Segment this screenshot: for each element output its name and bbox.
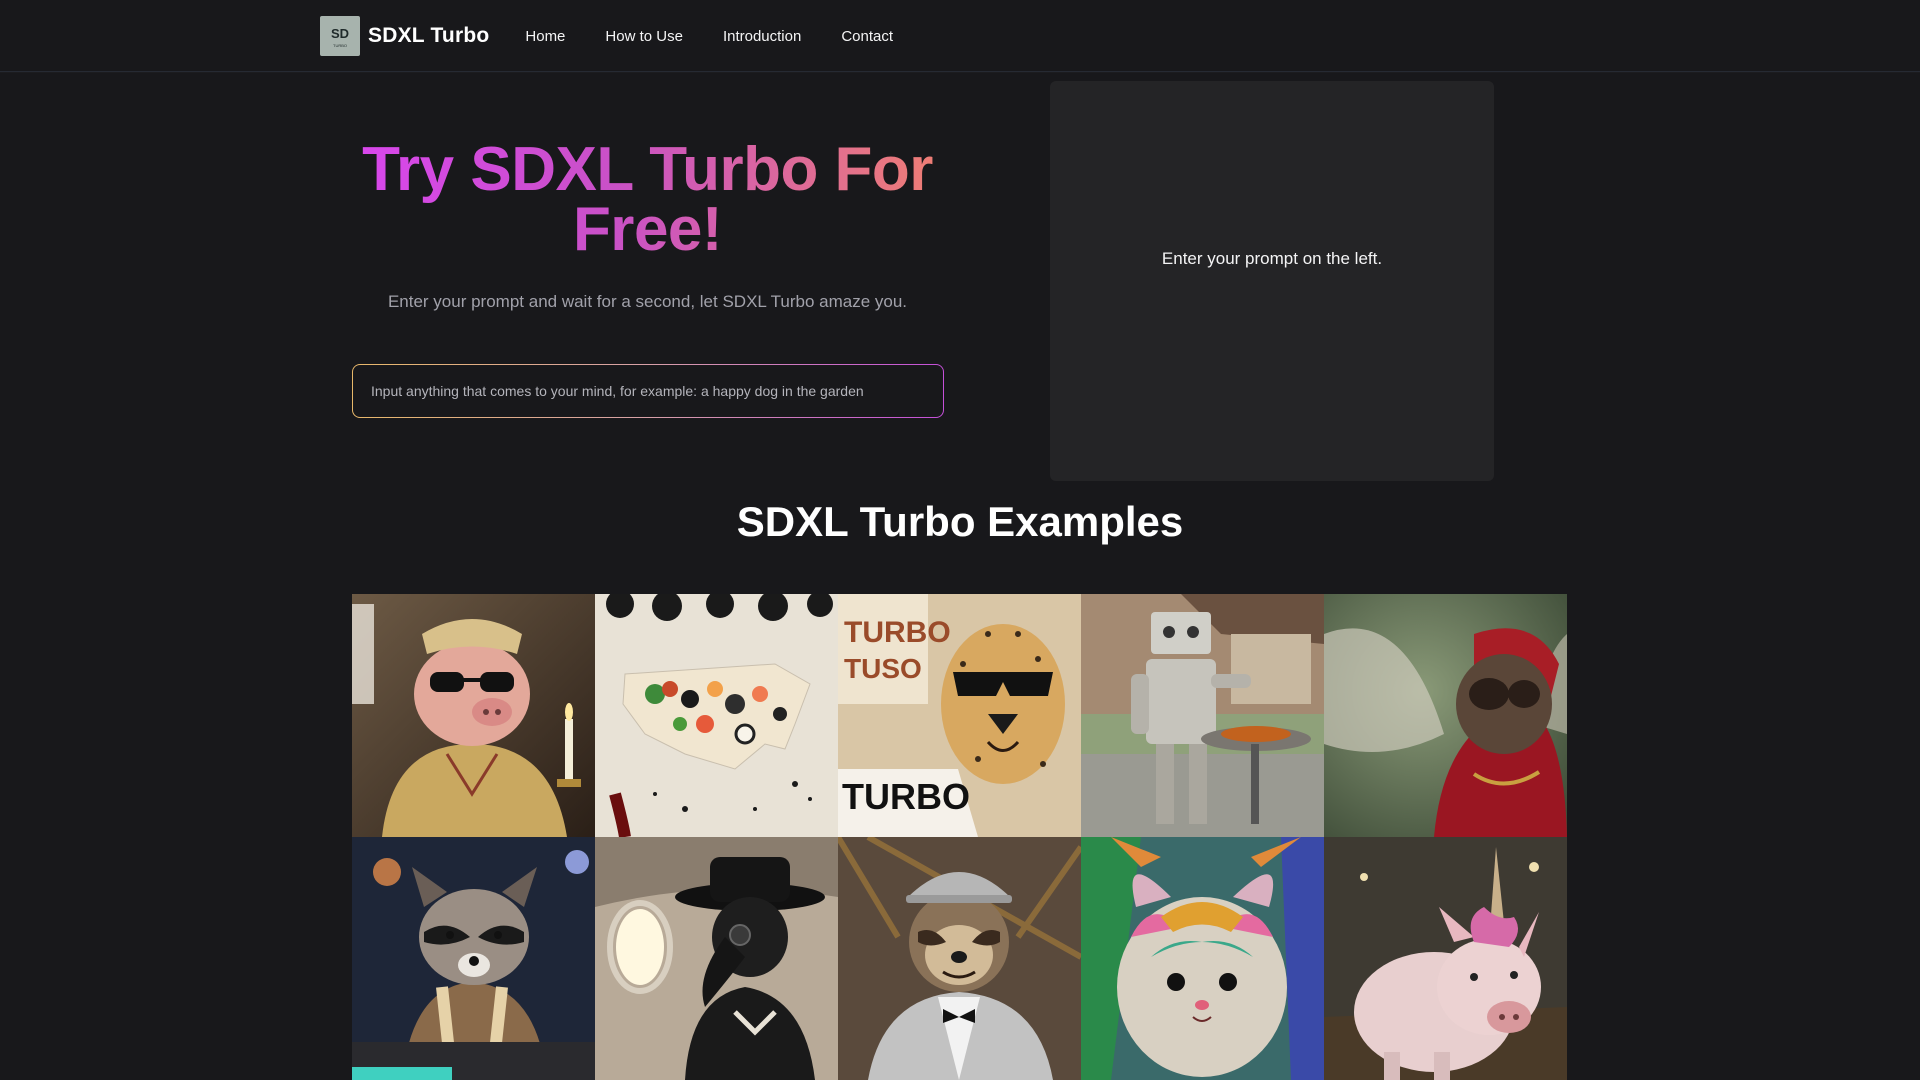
- example-image-raccoon-dj[interactable]: [352, 837, 595, 1080]
- output-panel: Enter your prompt on the left.: [1050, 81, 1494, 481]
- examples-gallery: TURBO TUSO TURBO: [352, 594, 1568, 1080]
- example-image-cheetah[interactable]: TURBO TUSO TURBO: [838, 594, 1081, 837]
- nav-link-contact[interactable]: Contact: [841, 28, 893, 45]
- examples-title: SDXL Turbo Examples: [736, 498, 1184, 545]
- nav-links: Home How to Use Introduction Contact: [525, 28, 933, 45]
- navbar: SD TURBO SDXL Turbo Home How to Use Intr…: [0, 0, 1920, 72]
- example-image-sloth-tuxedo[interactable]: [838, 837, 1081, 1080]
- nav-link-how-to-use[interactable]: How to Use: [605, 28, 683, 45]
- logo-subtext: TURBO: [333, 43, 347, 48]
- example-image-colorful-hamster[interactable]: [1081, 837, 1324, 1080]
- nav-link-home[interactable]: Home: [525, 28, 565, 45]
- prompt-input[interactable]: [353, 365, 943, 417]
- hero-subtitle: Enter your prompt and wait for a second,…: [387, 292, 908, 311]
- example-image-sushi-map[interactable]: [595, 594, 838, 837]
- prompt-input-border: [352, 364, 944, 418]
- nav-link-introduction[interactable]: Introduction: [723, 28, 801, 45]
- navbar-inner: SD TURBO SDXL Turbo Home How to Use Intr…: [320, 0, 933, 72]
- hero-title: Try SDXL Turbo For Free!: [340, 139, 955, 261]
- example-image-pig-unicorn[interactable]: [1324, 837, 1567, 1080]
- cheetah-sign-middle: TUSO: [844, 653, 922, 684]
- example-image-fly-cloak[interactable]: [1324, 594, 1567, 837]
- output-message: Enter your prompt on the left.: [1161, 249, 1383, 268]
- logo-text: SD: [331, 26, 349, 41]
- example-image-pig-priest[interactable]: [352, 594, 595, 837]
- brand-name[interactable]: SDXL Turbo: [368, 24, 489, 48]
- example-image-plague-doctor[interactable]: [595, 837, 838, 1080]
- logo-icon[interactable]: SD TURBO: [320, 16, 360, 56]
- cheetah-sign-top: TURBO: [844, 616, 951, 649]
- cheetah-sign-bottom: TURBO: [842, 776, 970, 817]
- example-image-robot-grill[interactable]: [1081, 594, 1324, 837]
